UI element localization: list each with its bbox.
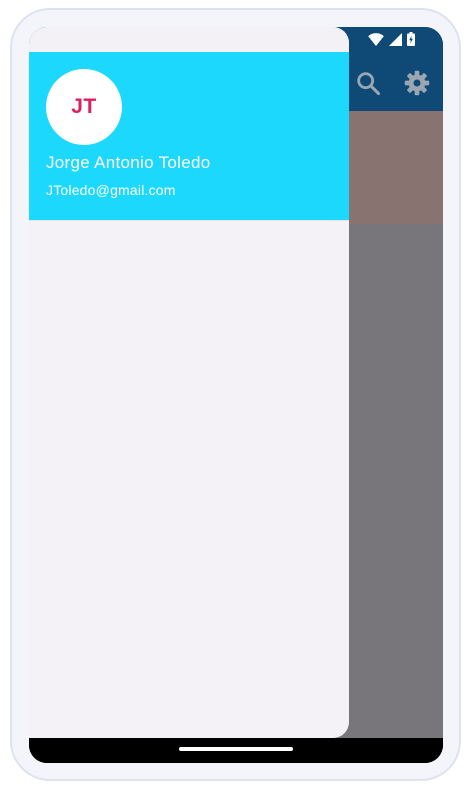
- cellular-signal-icon: [389, 32, 402, 46]
- account-email: JToledo@gmail.com: [46, 182, 176, 198]
- search-icon[interactable]: [354, 69, 382, 97]
- status-icons: [368, 32, 415, 46]
- gear-icon[interactable]: [403, 69, 431, 97]
- system-nav-bar: [29, 738, 443, 763]
- phone-screen: JT Jorge Antonio Toledo JToledo@gmail.co…: [29, 27, 443, 763]
- home-indicator[interactable]: [179, 747, 293, 751]
- navigation-drawer: JT Jorge Antonio Toledo JToledo@gmail.co…: [29, 27, 349, 738]
- battery-icon: [407, 32, 415, 46]
- wifi-icon: [368, 32, 384, 46]
- drawer-status-bar: [29, 27, 349, 52]
- drawer-header: JT Jorge Antonio Toledo JToledo@gmail.co…: [29, 52, 349, 221]
- avatar[interactable]: JT: [46, 69, 122, 145]
- account-name: Jorge Antonio Toledo: [46, 153, 211, 172]
